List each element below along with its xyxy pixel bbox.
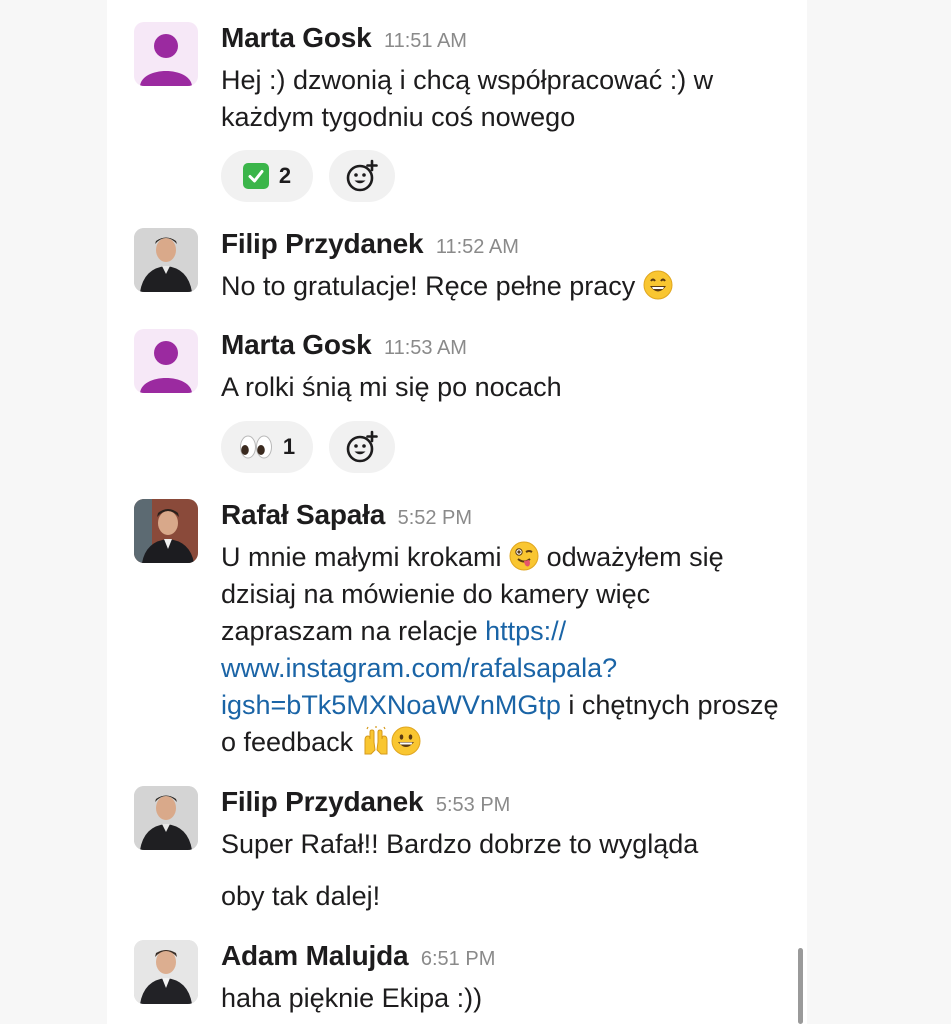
reaction-check[interactable]: 2 [221, 150, 313, 202]
grinning-face-icon [391, 726, 421, 756]
message-text: oby tak dalej! [221, 881, 381, 911]
add-reaction-icon [346, 159, 378, 192]
avatar[interactable] [134, 22, 198, 86]
link-text: https:// [485, 616, 567, 646]
message-header: Marta Gosk 11:53 AM [221, 329, 467, 361]
message-text: No to gratulacje! Ręce pełne pracy [221, 268, 781, 305]
author-name[interactable]: Filip Przydanek [221, 786, 424, 817]
message-header: Adam Malujda 6:51 PM [221, 940, 495, 972]
eyes-icon [239, 435, 272, 459]
scrollbar[interactable] [798, 948, 803, 1024]
timestamp[interactable]: 5:53 PM [436, 794, 510, 816]
person-placeholder-icon [140, 341, 192, 393]
message-list: Marta Gosk 11:51 AM Hej :) dzwonią i chc… [107, 0, 807, 1024]
reaction-count: 1 [282, 434, 296, 459]
add-reaction-icon [346, 430, 378, 463]
timestamp[interactable]: 6:51 PM [421, 948, 495, 970]
timestamp[interactable]: 11:52 AM [436, 236, 519, 258]
add-reaction-button[interactable] [329, 150, 395, 202]
raising-hands-icon [364, 726, 388, 755]
person-placeholder-icon [140, 34, 192, 86]
link-text: igsh=bTk5MXNoaWVnMGtp [221, 690, 561, 720]
author-name[interactable]: Filip Przydanek [221, 228, 424, 259]
reaction-count: 2 [278, 163, 292, 188]
white-check-mark-icon [242, 163, 269, 189]
timestamp[interactable]: 11:51 AM [384, 30, 467, 52]
grinning-face-icon [643, 270, 673, 300]
user-photo [134, 786, 198, 850]
avatar[interactable] [134, 786, 198, 850]
author-name[interactable]: Adam Malujda [221, 940, 409, 971]
user-photo [134, 228, 198, 292]
message-header: Filip Przydanek 11:52 AM [221, 228, 519, 260]
reaction-eyes[interactable]: 1 [221, 421, 313, 473]
message-header: Marta Gosk 11:51 AM [221, 22, 467, 54]
link-text: www.instagram.com/rafalsapala? [221, 653, 618, 683]
message-text: U mnie małymi krokami odważyłem się dzis… [221, 539, 781, 761]
message-text: A rolki śnią mi się po nocach [221, 372, 562, 402]
author-name[interactable]: Marta Gosk [221, 329, 372, 360]
user-photo [134, 499, 198, 563]
message-header: Rafał Sapała 5:52 PM [221, 499, 472, 531]
author-name[interactable]: Rafał Sapała [221, 499, 385, 530]
message-text: haha pięknie Ekipa :)) [221, 983, 483, 1013]
avatar[interactable] [134, 228, 198, 292]
avatar[interactable] [134, 940, 198, 1004]
avatar[interactable] [134, 329, 198, 393]
user-photo [134, 940, 198, 1004]
avatar[interactable] [134, 499, 198, 563]
add-reaction-button[interactable] [329, 421, 395, 473]
timestamp[interactable]: 5:52 PM [398, 507, 472, 529]
message-header: Filip Przydanek 5:53 PM [221, 786, 510, 818]
message-text-part: No to gratulacje! Ręce pełne pracy [221, 271, 636, 301]
timestamp[interactable]: 11:53 AM [384, 337, 467, 359]
message-text-part: U mnie małymi krokami [221, 542, 502, 572]
author-name[interactable]: Marta Gosk [221, 22, 372, 53]
winking-tongue-face-icon [509, 541, 539, 571]
message-text: Hej :) dzwonią i chcą współpracować :) w… [221, 65, 714, 132]
message-text: Super Rafał!! Bardzo dobrze to wygląda [221, 829, 699, 859]
